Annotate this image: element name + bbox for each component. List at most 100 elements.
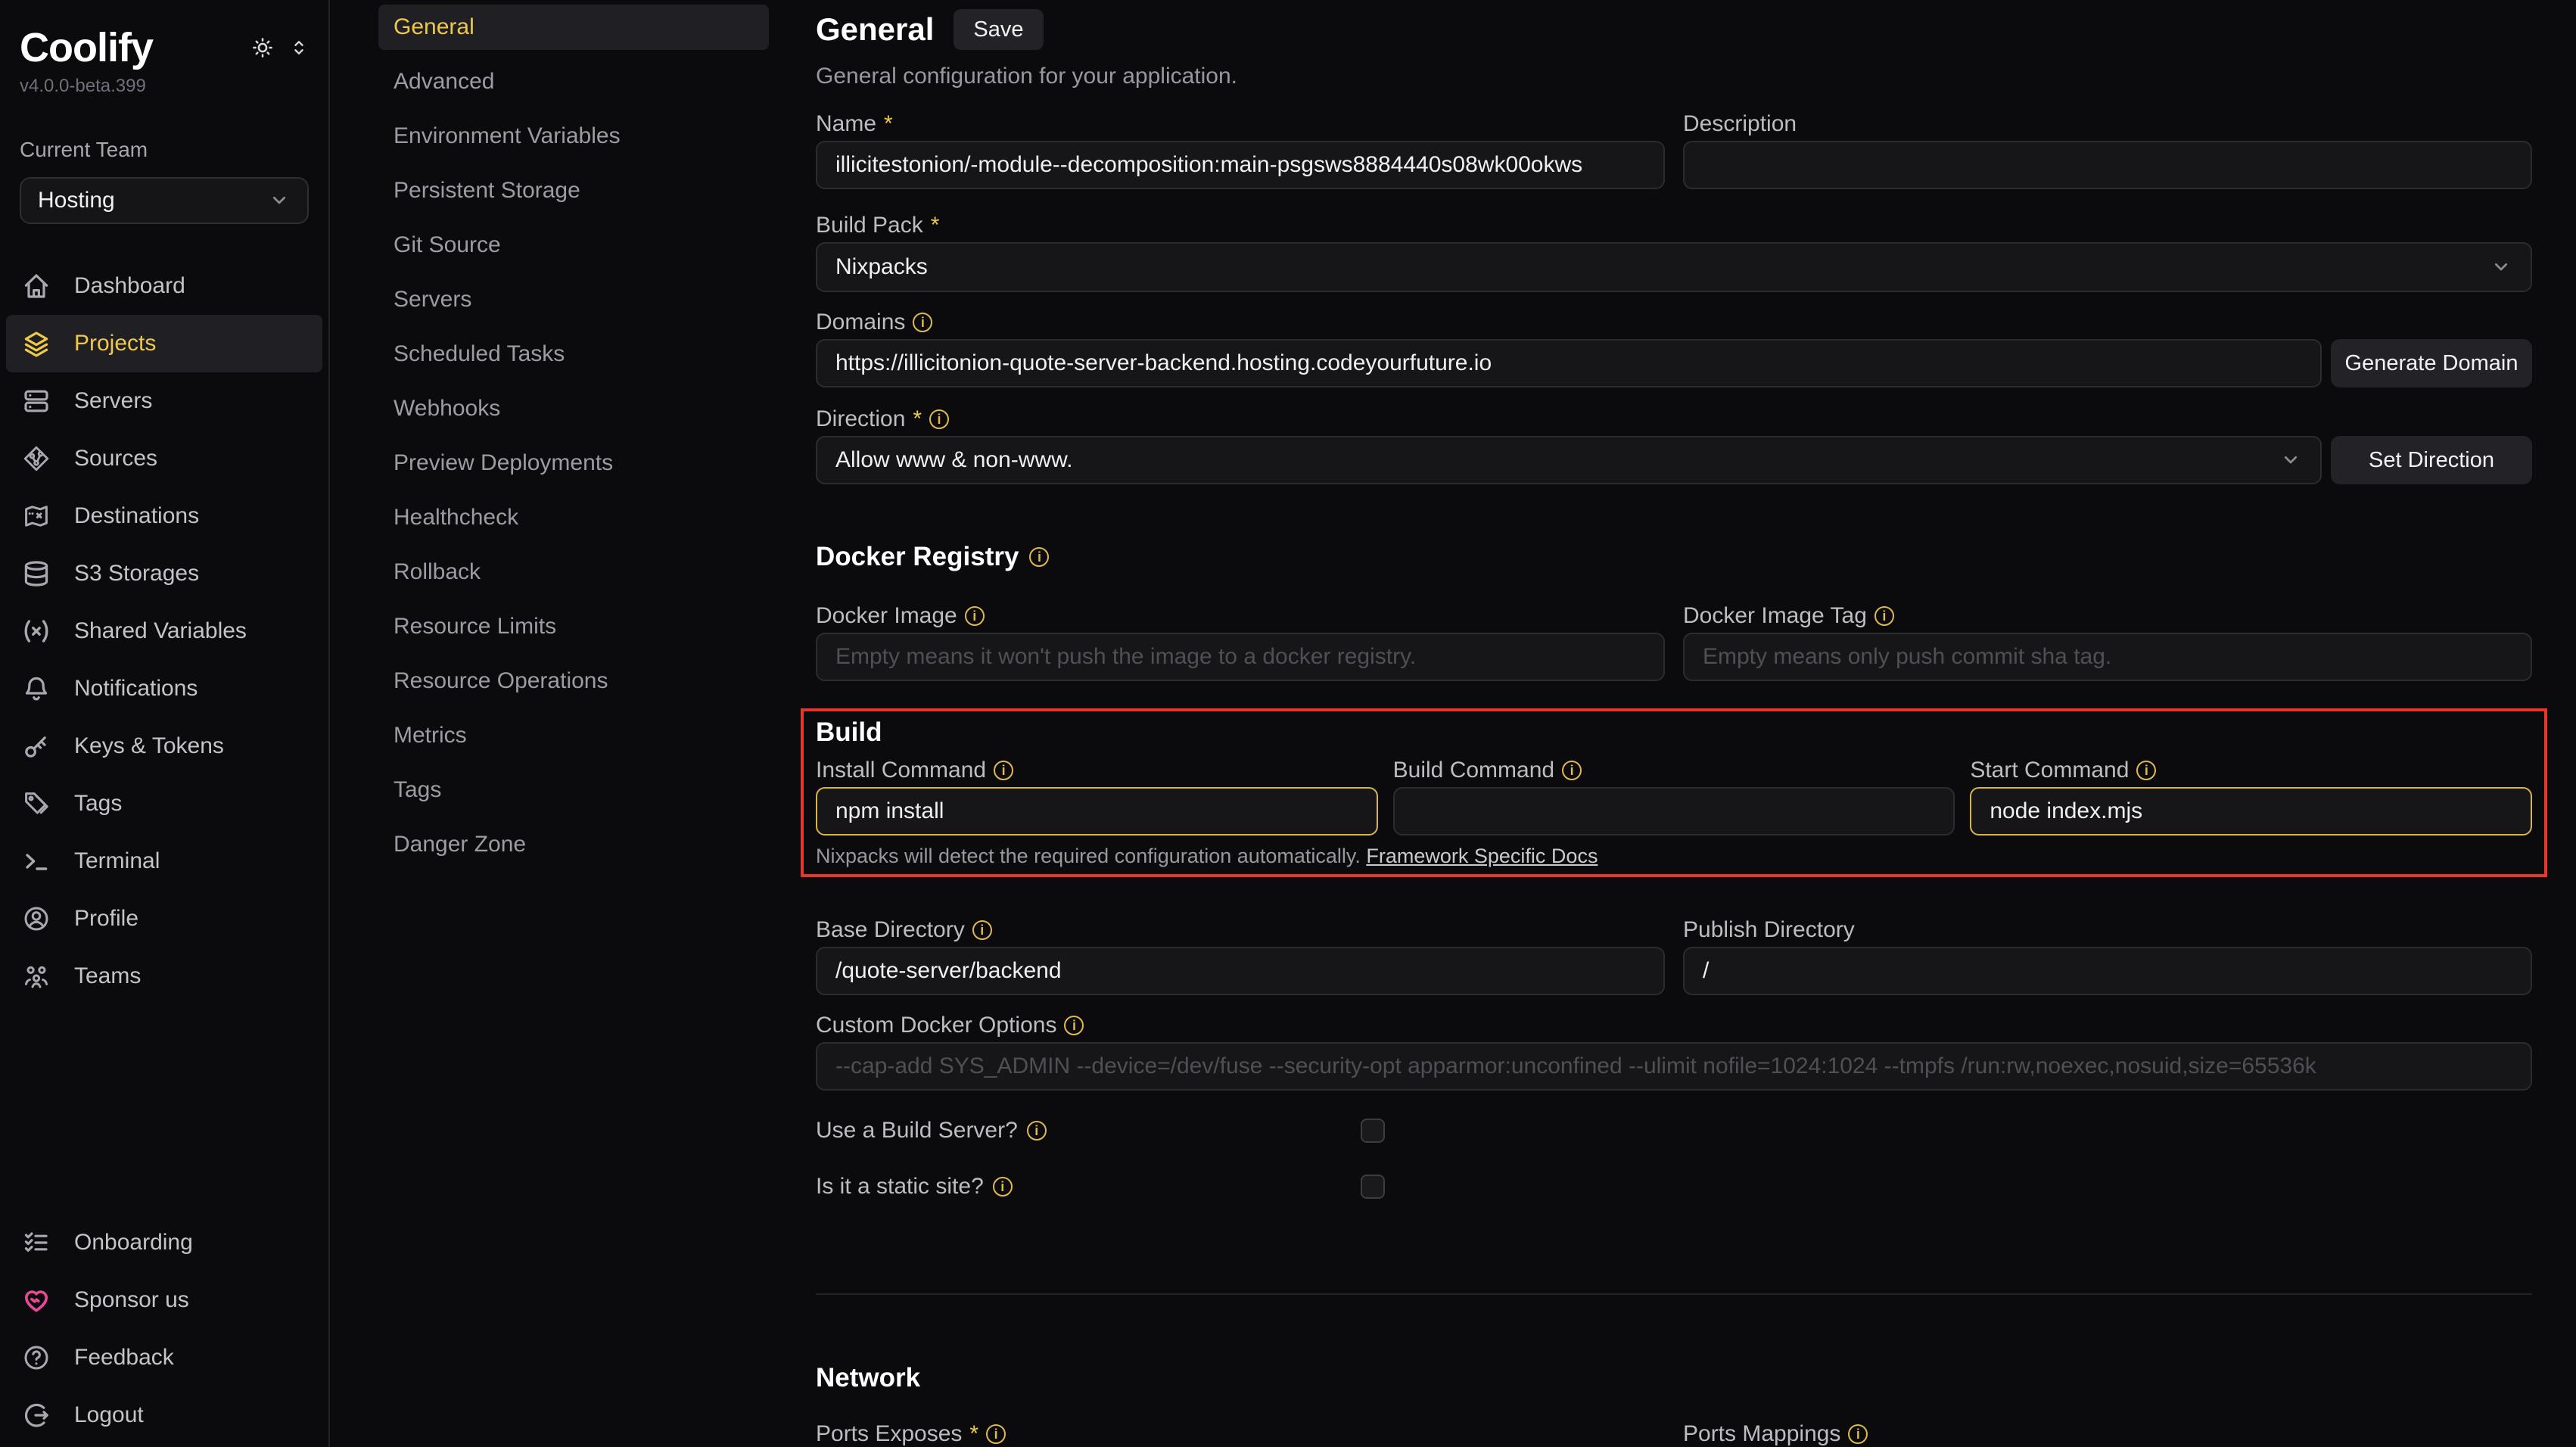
domains-field-group: Domainsi Generate Domain	[816, 309, 2532, 387]
sidebar-item-servers[interactable]: Servers	[6, 372, 322, 430]
info-icon[interactable]: i	[986, 1424, 1006, 1444]
publish-directory-input[interactable]	[1683, 947, 2532, 995]
sidebar-item-teams[interactable]: Teams	[6, 948, 322, 1005]
sidebar-item-dashboard[interactable]: Dashboard	[6, 257, 322, 315]
docker-image-input[interactable]	[816, 633, 1665, 681]
framework-docs-link[interactable]: Framework Specific Docs	[1366, 845, 1598, 867]
subnav-item-preview-deployments[interactable]: Preview Deployments	[378, 440, 769, 486]
theme-sun-icon[interactable]	[250, 35, 275, 61]
sidebar-item-destinations[interactable]: Destinations	[6, 487, 322, 545]
docker-image-tag-input[interactable]	[1683, 633, 2532, 681]
version-switcher-icon[interactable]	[289, 36, 309, 59]
is-static-site-row: Is it a static site?i	[816, 1174, 2532, 1200]
build-pack-label: Build Pack	[816, 213, 923, 238]
subnav-item-webhooks[interactable]: Webhooks	[378, 386, 769, 431]
info-icon[interactable]: i	[972, 920, 992, 940]
team-select[interactable]: Hosting	[20, 177, 309, 224]
info-icon[interactable]: i	[1874, 606, 1894, 626]
key-icon	[21, 731, 51, 761]
build-pack-field-group: Build Pack * Nixpacks	[816, 212, 2532, 292]
sidebar-item-label: Teams	[74, 963, 141, 989]
app-version: v4.0.0-beta.399	[20, 76, 309, 97]
subnav-item-healthcheck[interactable]: Healthcheck	[378, 495, 769, 540]
subnav-item-tags[interactable]: Tags	[378, 767, 769, 813]
sidebar-item-label: Tags	[74, 791, 122, 817]
info-icon[interactable]: i	[929, 409, 949, 429]
sidebar-item-logout[interactable]: Logout	[6, 1386, 322, 1444]
ports-exposes-field-group: Ports Exposes*i	[816, 1421, 1665, 1447]
subnav-item-servers[interactable]: Servers	[378, 277, 769, 322]
install-command-input[interactable]	[816, 787, 1378, 836]
sidebar-item-sources[interactable]: Sources	[6, 430, 322, 487]
sidebar-item-feedback[interactable]: Feedback	[6, 1329, 322, 1386]
terminal-icon	[21, 846, 51, 876]
subnav-item-danger-zone[interactable]: Danger Zone	[378, 822, 769, 867]
install-command-label: Install Command	[816, 758, 986, 783]
generate-domain-button[interactable]: Generate Domain	[2331, 339, 2532, 387]
info-icon[interactable]: i	[1027, 1121, 1047, 1140]
custom-docker-options-input[interactable]	[816, 1042, 2532, 1091]
sidebar-footer: Onboarding Sponsor us Feedback Logout	[20, 1214, 309, 1444]
subnav-item-resource-limits[interactable]: Resource Limits	[378, 604, 769, 649]
sidebar-item-onboarding[interactable]: Onboarding	[6, 1214, 322, 1271]
required-asterisk: *	[931, 213, 940, 238]
info-icon[interactable]: i	[993, 1177, 1013, 1196]
use-build-server-row: Use a Build Server?i	[816, 1118, 2532, 1144]
subnav-item-advanced[interactable]: Advanced	[378, 59, 769, 104]
sidebar-item-notifications[interactable]: Notifications	[6, 660, 322, 717]
subnav-item-environment-variables[interactable]: Environment Variables	[378, 114, 769, 159]
direction-field-group: Direction*i Allow www & non-www. Set Dir…	[816, 406, 2532, 484]
subnav-item-rollback[interactable]: Rollback	[378, 549, 769, 595]
build-command-input[interactable]	[1393, 787, 1955, 836]
save-button[interactable]: Save	[954, 9, 1043, 50]
info-icon[interactable]: i	[1848, 1424, 1868, 1444]
sidebar-item-sponsor[interactable]: Sponsor us	[6, 1271, 322, 1329]
subnav-item-persistent-storage[interactable]: Persistent Storage	[378, 168, 769, 213]
sidebar-item-label: Logout	[74, 1402, 144, 1428]
start-command-input[interactable]	[1970, 787, 2532, 836]
info-icon[interactable]: i	[994, 761, 1013, 780]
sidebar-item-profile[interactable]: Profile	[6, 890, 322, 948]
sidebar-item-tags[interactable]: Tags	[6, 775, 322, 832]
direction-select[interactable]: Allow www & non-www.	[816, 436, 2322, 484]
sidebar-item-label: Terminal	[74, 848, 160, 874]
sidebar-item-shared-variables[interactable]: Shared Variables	[6, 602, 322, 660]
sidebar-item-label: Feedback	[74, 1345, 174, 1371]
info-icon[interactable]: i	[965, 606, 985, 626]
logout-icon	[21, 1400, 51, 1430]
sidebar-item-projects[interactable]: Projects	[6, 315, 322, 372]
use-build-server-checkbox[interactable]	[1361, 1119, 1385, 1143]
subnav-item-git-source[interactable]: Git Source	[378, 222, 769, 268]
required-asterisk: *	[884, 111, 893, 137]
ports-mappings-label: Ports Mappings	[1683, 1421, 1840, 1447]
home-icon	[21, 271, 51, 301]
publish-directory-label: Publish Directory	[1683, 917, 1855, 943]
info-icon[interactable]: i	[1064, 1016, 1084, 1035]
name-input[interactable]	[816, 141, 1665, 189]
sidebar-item-keys-tokens[interactable]: Keys & Tokens	[6, 717, 322, 775]
base-directory-input[interactable]	[816, 947, 1665, 995]
sidebar-item-label: Servers	[74, 388, 152, 414]
build-pack-select[interactable]: Nixpacks	[816, 242, 2532, 292]
info-icon[interactable]: i	[913, 313, 932, 332]
install-command-field-group: Install Command i	[816, 757, 1378, 836]
info-icon[interactable]: i	[1562, 761, 1582, 780]
is-static-site-checkbox[interactable]	[1361, 1175, 1385, 1199]
set-direction-button[interactable]: Set Direction	[2331, 436, 2532, 484]
info-icon[interactable]: i	[2136, 761, 2156, 780]
subnav-item-scheduled-tasks[interactable]: Scheduled Tasks	[378, 331, 769, 377]
checklist-icon	[21, 1228, 51, 1258]
description-input[interactable]	[1683, 141, 2532, 189]
sidebar-item-terminal[interactable]: Terminal	[6, 832, 322, 890]
subnav-item-metrics[interactable]: Metrics	[378, 713, 769, 758]
sidebar-item-s3-storages[interactable]: S3 Storages	[6, 545, 322, 602]
sidebar-item-label: Sources	[74, 446, 157, 471]
info-icon[interactable]: i	[1029, 547, 1049, 567]
sidebar-item-label: Notifications	[74, 676, 198, 702]
subnav-item-resource-operations[interactable]: Resource Operations	[378, 658, 769, 704]
name-field-group: Name*	[816, 110, 1665, 189]
subnav-item-general[interactable]: General	[378, 5, 769, 50]
help-icon	[21, 1343, 51, 1373]
build-heading: Build	[816, 717, 882, 748]
domains-input[interactable]	[816, 339, 2322, 387]
